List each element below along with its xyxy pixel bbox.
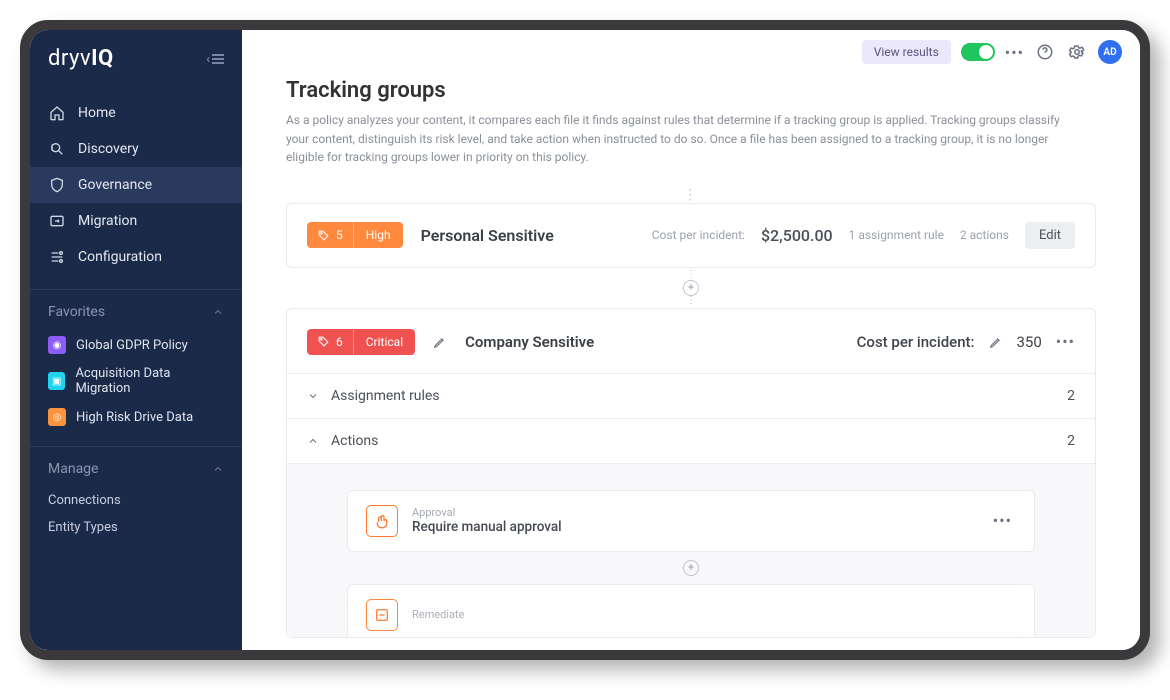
enable-toggle[interactable] [961,43,995,61]
manage-item-label: Entity Types [48,520,118,535]
config-icon [48,248,66,266]
discovery-icon [48,140,66,158]
favorites-header[interactable]: Favorites [30,304,242,330]
group-title: Personal Sensitive [421,226,554,245]
cost-label: Cost per incident: [857,333,975,351]
help-button[interactable] [1034,41,1056,63]
manage-header[interactable]: Manage [30,461,242,487]
topbar: View results ••• AD [242,30,1140,74]
connector: + [347,552,1035,584]
connector: ⋮ + ⋮ [286,268,1096,308]
favorite-item[interactable]: ◎ High Risk Drive Data [30,402,242,432]
drag-handle[interactable]: ⋮ [286,187,1096,203]
action-more-menu[interactable]: ••• [989,507,1016,534]
nav-label: Governance [78,177,152,193]
manage-connections[interactable]: Connections [30,487,242,514]
rules-summary[interactable]: 1 assignment rule [849,228,944,242]
nav-home[interactable]: Home [30,95,242,131]
actions-summary[interactable]: 2 actions [960,228,1009,242]
add-group-button[interactable]: + [683,280,699,296]
content: Tracking groups As a policy analyzes you… [242,74,1140,650]
favorite-label: High Risk Drive Data [76,410,193,425]
subsection-count: 2 [1067,388,1075,404]
nav-migration[interactable]: Migration [30,203,242,239]
chevron-up-icon [212,306,224,318]
favorite-label: Global GDPR Policy [76,338,188,353]
migration-icon [48,212,66,230]
tracking-group-card: 5 High Personal Sensitive Cost per incid… [286,203,1096,268]
main: View results ••• AD Tracking groups As a… [242,30,1140,650]
tag-icon [317,229,330,242]
manage-item-label: Connections [48,493,121,508]
manage-entity-types[interactable]: Entity Types [30,514,242,541]
sidebar: dryvIQ ‹ Home Discovery [30,30,242,650]
migration-icon: ▣ [48,372,65,390]
chevron-up-icon [307,435,319,447]
shield-icon [48,176,66,194]
favorite-item[interactable]: ▣ Acquisition Data Migration [30,360,242,402]
tracking-group-card-expanded: 6 Critical Company Sensitive Cost per in… [286,308,1096,638]
badge-risk: Critical [353,329,415,355]
group-more-menu[interactable]: ••• [1056,332,1075,351]
risk-badge: 6 Critical [307,329,415,355]
action-category: Remediate [412,608,464,621]
logo: dryvIQ [48,46,114,71]
divider [30,446,242,447]
shield-icon: ◉ [48,336,66,354]
badge-risk: High [353,222,403,248]
manage-label: Manage [48,461,98,477]
actions-section[interactable]: Actions 2 [287,418,1095,463]
remediate-icon [366,599,398,631]
cost-label: Cost per incident: [652,228,745,242]
cost-value: 350 [1017,333,1042,351]
assignment-rules-section[interactable]: Assignment rules 2 [287,373,1095,418]
chevron-down-icon [307,390,319,402]
page-description: As a policy analyzes your content, it co… [286,111,1066,167]
view-results-button[interactable]: View results [862,40,951,64]
favorite-item[interactable]: ◉ Global GDPR Policy [30,330,242,360]
settings-button[interactable] [1066,41,1088,63]
tag-icon [317,335,330,348]
nav-label: Home [78,105,116,121]
edit-button[interactable]: Edit [1025,222,1075,249]
gear-icon [1068,43,1086,61]
approval-icon [366,505,398,537]
pencil-icon[interactable] [989,335,1003,349]
risk-badge: 5 High [307,222,403,248]
app-frame: dryvIQ ‹ Home Discovery [20,20,1150,660]
cost-value: $2,500.00 [761,226,833,245]
page-title: Tracking groups [286,78,1096,103]
actions-body: Approval Require manual approval ••• + [287,463,1095,637]
primary-nav: Home Discovery Governance Migration [30,95,242,275]
group-title: Company Sensitive [465,333,594,351]
drive-icon: ◎ [48,408,66,426]
badge-count: 5 [336,228,343,242]
nav-configuration[interactable]: Configuration [30,239,242,275]
divider [30,289,242,290]
subsection-label: Actions [331,433,378,449]
action-card[interactable]: Approval Require manual approval ••• [347,490,1035,552]
menu-icon [212,54,224,64]
home-icon [48,104,66,122]
pencil-icon[interactable] [433,335,447,349]
nav-label: Discovery [78,141,139,157]
user-avatar[interactable]: AD [1098,40,1122,64]
nav-label: Migration [78,213,137,229]
nav-governance[interactable]: Governance [30,167,242,203]
action-category: Approval [412,506,562,519]
action-title: Require manual approval [412,519,562,535]
chevron-up-icon [212,463,224,475]
subsection-count: 2 [1067,433,1075,449]
nav-discovery[interactable]: Discovery [30,131,242,167]
action-card[interactable]: Remediate [347,584,1035,637]
favorite-label: Acquisition Data Migration [75,366,224,396]
favorites-label: Favorites [48,304,105,320]
sidebar-collapse-button[interactable]: ‹ [206,52,224,66]
badge-count: 6 [336,335,343,349]
help-icon [1036,43,1054,61]
nav-label: Configuration [78,249,162,265]
more-menu[interactable]: ••• [1005,43,1024,62]
subsection-label: Assignment rules [331,388,440,404]
add-action-button[interactable]: + [683,560,699,576]
